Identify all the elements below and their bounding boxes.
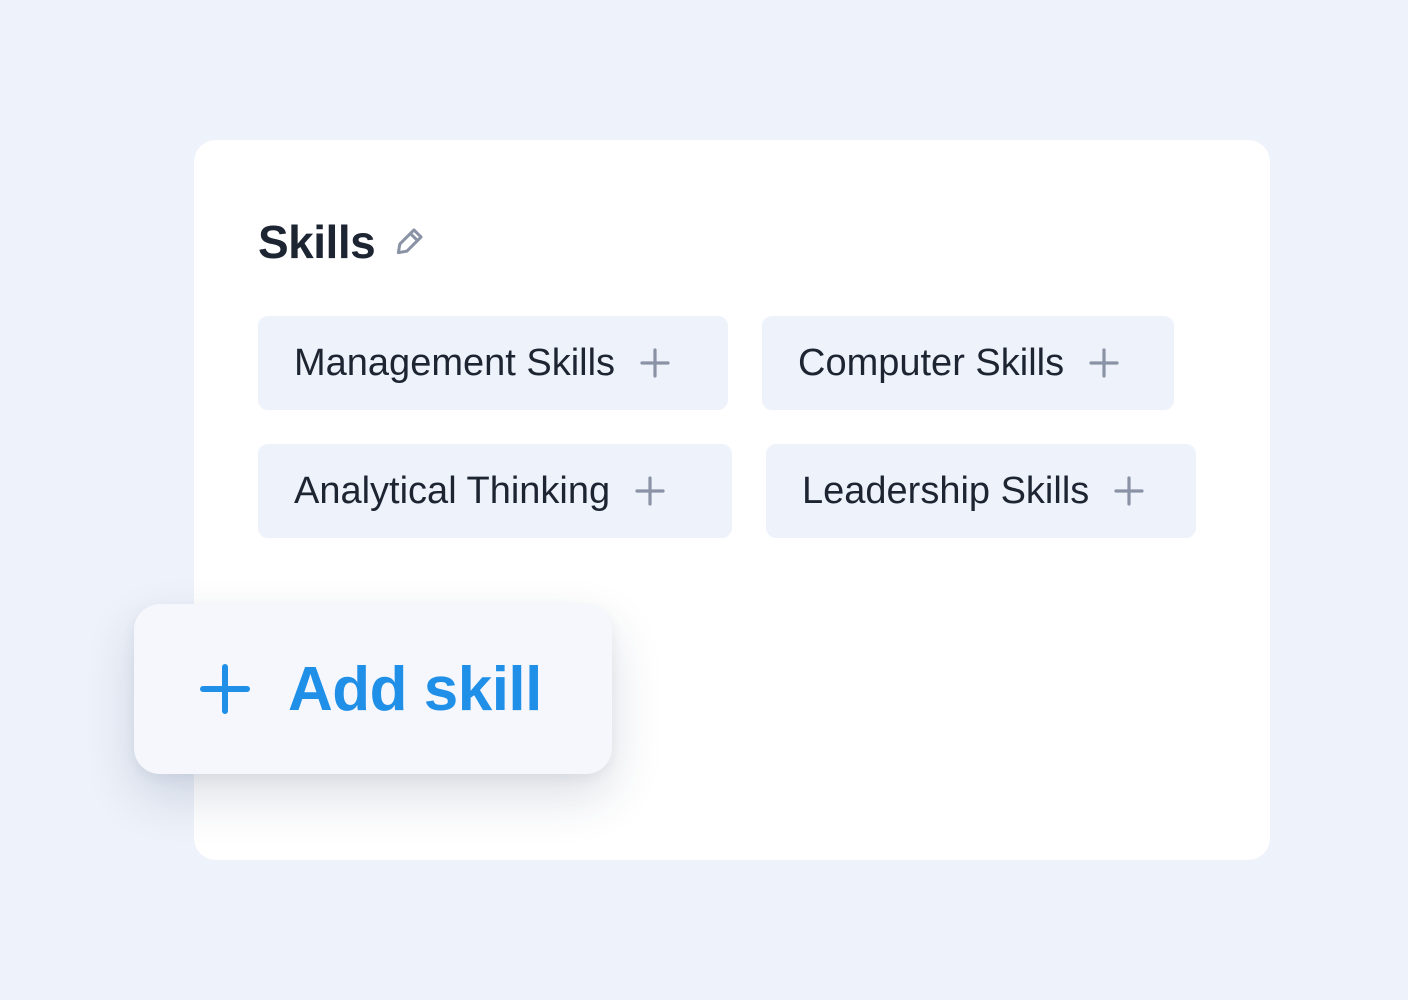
plus-icon[interactable] [639, 347, 671, 379]
add-skill-button[interactable]: Add skill [134, 604, 612, 774]
skill-chip-label: Management Skills [294, 341, 616, 384]
skill-chip-analytical[interactable]: Analytical Thinking [258, 444, 732, 538]
add-skill-label: Add skill [288, 654, 542, 724]
skill-chip-management[interactable]: Management Skills [258, 316, 728, 410]
skill-chip-label: Leadership Skills [802, 469, 1090, 512]
plus-icon[interactable] [1113, 475, 1145, 507]
skill-chip-leadership[interactable]: Leadership Skills [766, 444, 1196, 538]
plus-icon[interactable] [634, 475, 666, 507]
section-title: Skills [258, 216, 376, 268]
plus-icon[interactable] [1088, 347, 1120, 379]
skill-chip-computer[interactable]: Computer Skills [762, 316, 1174, 410]
plus-icon [200, 664, 250, 714]
skill-chip-label: Computer Skills [798, 341, 1065, 384]
skills-header: Skills [258, 214, 427, 270]
skill-chip-label: Analytical Thinking [294, 469, 611, 512]
pencil-icon[interactable] [391, 224, 427, 260]
